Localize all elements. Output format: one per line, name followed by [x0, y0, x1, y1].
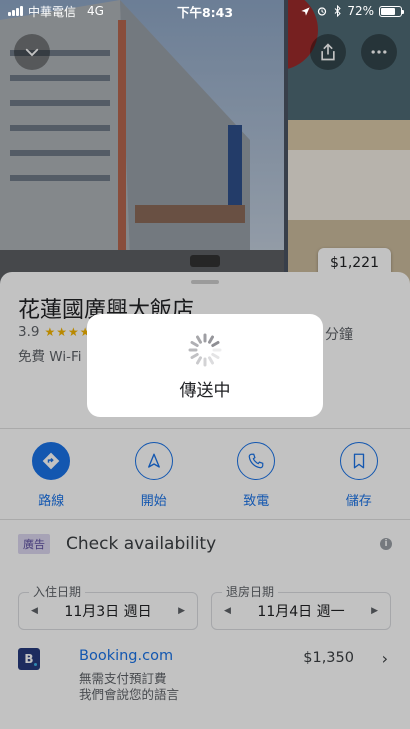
- sending-dialog: 傳送中: [87, 314, 323, 417]
- spinner-bar: [190, 341, 199, 347]
- network-type: 4G: [87, 4, 104, 18]
- spinner-bar: [196, 335, 202, 344]
- spinner-bar: [190, 353, 199, 359]
- loading-spinner-icon: [188, 333, 222, 367]
- sending-text: 傳送中: [179, 381, 231, 401]
- alarm-icon: [318, 7, 327, 16]
- spinner-bar: [211, 353, 220, 359]
- signal-strength-icon: [8, 6, 23, 16]
- location-arrow-icon: [301, 6, 310, 16]
- battery-percentage: 72%: [347, 4, 374, 18]
- spinner-bar: [196, 356, 202, 365]
- carrier-name: 中華電信: [28, 4, 77, 19]
- status-bar: 中華電信 4G 下午8:43 72%: [0, 0, 410, 22]
- battery-icon: [379, 5, 404, 17]
- spinner-bar: [211, 341, 220, 347]
- spinner-bar: [208, 356, 214, 365]
- spinner-bar: [208, 335, 214, 344]
- bluetooth-icon: [334, 5, 342, 17]
